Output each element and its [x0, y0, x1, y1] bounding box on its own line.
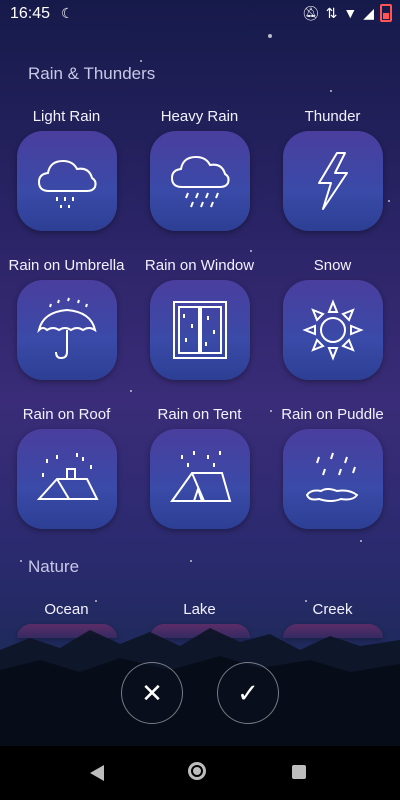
- puddle-rain-icon: [305, 452, 358, 502]
- data-arrows-icon: ⇅: [325, 4, 338, 21]
- light-rain-button[interactable]: [16, 131, 117, 231]
- tile-label: Heavy Rain: [160, 108, 239, 125]
- status-bar: 16:45 ☾ 🔕︎ ⇅ ▼ ◢: [0, 0, 400, 28]
- section-title-nature: Nature: [28, 557, 80, 576]
- battery-icon: [380, 4, 392, 22]
- sound-tile-rain-on-umbrella[interactable]: Rain on Umbrella: [0, 257, 133, 380]
- window-rain-icon: [172, 301, 227, 359]
- back-icon[interactable]: [90, 765, 104, 781]
- tent-rain-icon: [169, 451, 231, 502]
- sound-tile-thunder[interactable]: Thunder: [266, 108, 399, 231]
- tile-label: Light Rain: [32, 108, 101, 125]
- thunder-button[interactable]: [282, 131, 383, 231]
- snow-button[interactable]: [282, 280, 383, 380]
- do-not-disturb-moon-icon: ☾: [61, 5, 74, 21]
- sound-tile-rain-on-roof[interactable]: Rain on Roof: [0, 406, 133, 529]
- tile-label: Rain on Umbrella: [8, 257, 125, 274]
- sound-tile-rain-on-tent[interactable]: Rain on Tent: [133, 406, 266, 529]
- sound-tile-light-rain[interactable]: Light Rain: [0, 108, 133, 231]
- signal-icon: ◢: [363, 4, 374, 21]
- tile-label: Rain on Roof: [22, 406, 111, 423]
- roof-rain-icon: [36, 453, 99, 500]
- tile-label: Lake: [183, 601, 216, 618]
- tile-label: Rain on Tent: [157, 406, 242, 423]
- system-navigation-bar: [0, 746, 400, 800]
- rain-on-window-button[interactable]: [149, 280, 250, 380]
- recent-apps-icon[interactable]: [292, 765, 306, 779]
- sound-tile-snow[interactable]: Snow: [266, 257, 399, 380]
- rain-on-umbrella-button[interactable]: [16, 280, 117, 380]
- tile-label: Ocean: [44, 601, 89, 618]
- close-icon: ✕: [141, 677, 163, 708]
- cancel-button[interactable]: ✕: [121, 662, 183, 724]
- sound-tile-rain-on-puddle[interactable]: Rain on Puddle: [266, 406, 399, 529]
- tile-label: Snow: [313, 257, 352, 274]
- thunder-icon: [317, 152, 348, 210]
- rain-on-tent-button[interactable]: [149, 429, 250, 529]
- rain-on-roof-button[interactable]: [16, 429, 117, 529]
- tile-label: Rain on Window: [144, 257, 255, 274]
- sound-tile-rain-on-window[interactable]: Rain on Window: [133, 257, 266, 380]
- tile-label: Thunder: [304, 108, 361, 125]
- confirm-button[interactable]: ✓: [217, 662, 279, 724]
- snowflake-icon: [301, 299, 364, 361]
- heavy-rain-icon: [170, 155, 230, 208]
- tile-label: Rain on Puddle: [281, 406, 384, 423]
- wifi-icon: ▼: [343, 5, 358, 21]
- notifications-off-icon: 🔕︎: [301, 4, 320, 21]
- check-icon: ✓: [237, 677, 259, 708]
- status-time: 16:45: [10, 5, 51, 22]
- tile-label: Creek: [312, 601, 353, 618]
- light-rain-icon: [37, 159, 97, 208]
- rain-on-puddle-button[interactable]: [282, 429, 383, 529]
- umbrella-rain-icon: [36, 297, 97, 360]
- section-title-rain-thunders: Rain & Thunders: [28, 64, 156, 83]
- heavy-rain-button[interactable]: [149, 131, 250, 231]
- sound-tile-heavy-rain[interactable]: Heavy Rain: [133, 108, 266, 231]
- home-icon[interactable]: [188, 762, 206, 780]
